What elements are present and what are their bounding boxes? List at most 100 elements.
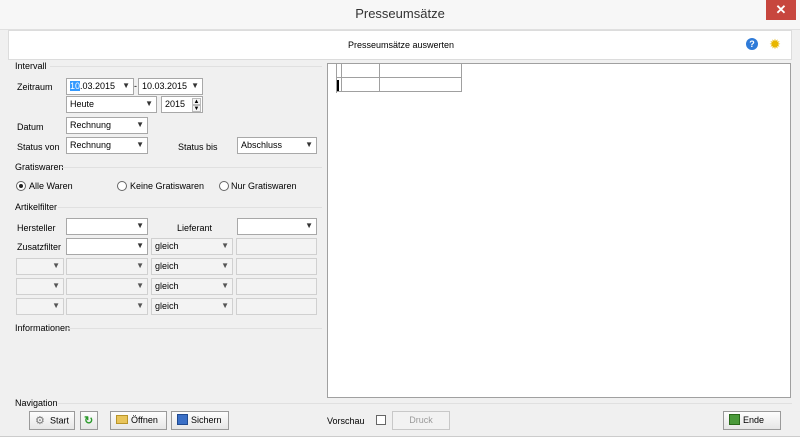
operator-value: gleich — [155, 301, 179, 311]
radio-label-alle-waren: Alle Waren — [29, 181, 73, 191]
radio-label-keine-gratiswaren: Keine Gratiswaren — [130, 181, 205, 191]
chevron-down-icon: ▼ — [136, 301, 144, 310]
filter-value-input[interactable] — [236, 278, 317, 295]
chevron-down-icon: ▼ — [52, 261, 60, 270]
results-grid[interactable] — [327, 63, 791, 398]
vorschau-checkbox[interactable] — [376, 415, 386, 425]
filter-logic-select[interactable]: ▼ — [16, 258, 64, 275]
chevron-down-icon: ▼ — [136, 221, 144, 230]
lieferant-select[interactable]: ▼ — [237, 218, 317, 235]
filter-operator-select[interactable]: gleich ▼ — [151, 278, 233, 295]
chevron-down-icon: ▼ — [221, 241, 229, 250]
datum-label: Datum — [17, 122, 44, 132]
offnen-button[interactable]: Öffnen — [110, 411, 167, 430]
chevron-down-icon: ▼ — [305, 221, 313, 230]
stepper-up-icon[interactable]: ▲ — [192, 98, 201, 105]
year-stepper[interactable]: 2015 ▲ ▼ — [161, 96, 203, 113]
grid-cell[interactable] — [342, 78, 380, 92]
chevron-down-icon: ▼ — [52, 281, 60, 290]
filter-logic-select[interactable]: ▼ — [16, 278, 64, 295]
stepper-down-icon[interactable]: ▼ — [192, 105, 201, 112]
gear-icon: ⚙ — [35, 415, 45, 427]
radio-keine-gratiswaren[interactable] — [117, 181, 127, 191]
sichern-button[interactable]: Sichern — [171, 411, 229, 430]
chevron-down-icon: ▼ — [221, 281, 229, 290]
zusatzfilter-label: Zusatzfilter — [17, 242, 62, 252]
zusatzfilter-field-select[interactable]: ▼ — [66, 238, 148, 255]
header-title: Presseumsätze auswerten — [347, 40, 455, 50]
radio-label-nur-gratiswaren: Nur Gratiswaren — [231, 181, 297, 191]
filter-field-select[interactable]: ▼ — [66, 298, 148, 315]
sichern-label: Sichern — [191, 415, 222, 425]
operator-value: gleich — [155, 281, 179, 291]
filter-operator-select[interactable]: gleich ▼ — [151, 298, 233, 315]
start-button[interactable]: ⚙ Start — [29, 411, 75, 430]
refresh-button[interactable]: ↻ — [80, 411, 98, 430]
date-to-picker[interactable]: 10.03.2015 ▼ — [138, 78, 203, 95]
status-von-label: Status von — [17, 142, 60, 152]
date-from-picker[interactable]: 10.03.2015 ▼ — [66, 78, 134, 95]
filter-logic-select[interactable]: ▼ — [16, 298, 64, 315]
lieferant-label: Lieferant — [177, 223, 213, 233]
filter-operator-select[interactable]: gleich ▼ — [151, 258, 233, 275]
save-icon — [177, 414, 188, 426]
filter-value-input[interactable] — [236, 258, 317, 275]
group-label-navigation: Navigation — [15, 398, 58, 408]
ende-label: Ende — [743, 415, 765, 425]
period-select[interactable]: Heute ▼ — [66, 96, 157, 113]
radio-alle-waren[interactable] — [16, 181, 26, 191]
zusatzfilter-value-input[interactable] — [236, 238, 317, 255]
filter-field-select[interactable]: ▼ — [66, 258, 148, 275]
zusatzfilter-operator-select[interactable]: gleich ▼ — [151, 238, 233, 255]
grid-cell[interactable] — [380, 78, 462, 92]
help-icon[interactable]: ? — [746, 38, 758, 50]
chevron-down-icon: ▼ — [136, 241, 144, 250]
status-bis-label: Status bis — [178, 142, 218, 152]
grid-header-cell[interactable] — [342, 64, 380, 78]
period-value: Heute — [70, 99, 95, 109]
chevron-down-icon: ▼ — [221, 261, 229, 270]
chevron-down-icon: ▼ — [221, 301, 229, 310]
status-von-value: Rechnung — [70, 140, 112, 150]
chevron-down-icon: ▼ — [52, 301, 60, 310]
exit-icon — [729, 414, 740, 426]
vorschau-label: Vorschau — [327, 416, 365, 426]
divider — [50, 66, 322, 67]
chevron-down-icon: ▼ — [136, 261, 144, 270]
chevron-down-icon: ▼ — [136, 120, 144, 129]
operator-value: gleich — [155, 261, 179, 271]
status-bis-select[interactable]: Abschluss ▼ — [237, 137, 317, 154]
header-panel: Presseumsätze auswerten ? ✹ — [8, 30, 792, 60]
date-separator: - — [134, 81, 137, 91]
divider — [68, 328, 322, 329]
date-to-value: 10.03.2015 — [142, 81, 188, 91]
group-label-gratiswaren: Gratiswaren — [15, 162, 64, 172]
grid-header-cell[interactable] — [380, 64, 462, 78]
chevron-down-icon: ▼ — [122, 81, 130, 90]
group-label-artikelfilter: Artikelfilter — [15, 202, 58, 212]
druck-button[interactable]: Druck — [392, 411, 450, 430]
status-von-select[interactable]: Rechnung ▼ — [66, 137, 148, 154]
filter-field-select[interactable]: ▼ — [66, 278, 148, 295]
date-from-rest: .03.2015 — [80, 81, 116, 91]
radio-nur-gratiswaren[interactable] — [219, 181, 229, 191]
status-bis-value: Abschluss — [241, 140, 283, 150]
operator-value: gleich — [155, 241, 179, 251]
chevron-down-icon: ▼ — [136, 140, 144, 149]
datum-select[interactable]: Rechnung ▼ — [66, 117, 148, 134]
chevron-down-icon: ▼ — [136, 281, 144, 290]
ende-button[interactable]: Ende — [723, 411, 781, 430]
group-label-intervall: Intervall — [15, 61, 47, 71]
close-button[interactable]: ✕ — [766, 0, 796, 20]
chevron-down-icon: ▼ — [145, 99, 153, 108]
date-from-selected: 10 — [70, 81, 81, 91]
divider — [58, 207, 322, 208]
grid-row-marker — [337, 80, 339, 91]
gear-icon[interactable]: ✹ — [767, 36, 783, 52]
folder-icon — [116, 415, 128, 425]
hersteller-select[interactable]: ▼ — [66, 218, 148, 235]
filter-value-input[interactable] — [236, 298, 317, 315]
chevron-down-icon: ▼ — [305, 140, 313, 149]
offnen-label: Öffnen — [131, 415, 158, 425]
divider — [58, 403, 792, 404]
